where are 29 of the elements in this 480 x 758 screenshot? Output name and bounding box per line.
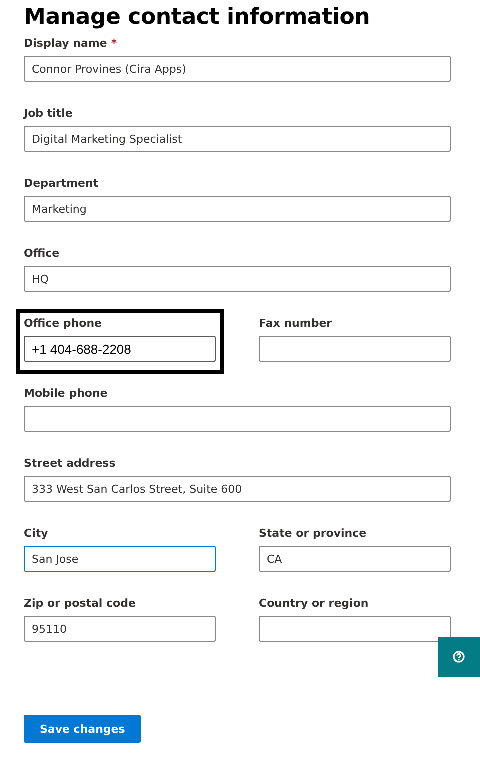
field-label: Mobile phone — [24, 387, 108, 400]
field-label: Office — [24, 247, 60, 260]
field-label: City — [24, 527, 48, 540]
field-label: Fax number — [259, 317, 332, 330]
field-label: Display name — [24, 37, 108, 50]
text-field[interactable]: San Jose — [24, 546, 216, 572]
page-title: Manage contact information — [24, 4, 372, 32]
field-label: Department — [24, 177, 99, 190]
text-field[interactable]: Connor Provines (Cira Apps) — [24, 56, 451, 82]
required-mark: * — [111, 37, 118, 50]
text-field[interactable]: 333 West San Carlos Street, Suite 600 — [24, 476, 451, 502]
field-label: Office phone — [24, 317, 102, 330]
field-label: State or province — [259, 527, 367, 540]
text-field[interactable]: HQ — [24, 266, 451, 292]
help-icon — [453, 651, 465, 663]
field-label: Zip or postal code — [24, 597, 136, 610]
text-field[interactable]: Digital Marketing Specialist — [24, 126, 451, 152]
text-field[interactable]: CA — [259, 546, 451, 572]
field-label: Street address — [24, 457, 116, 470]
text-field[interactable]: 95110 — [24, 616, 216, 642]
field-label: Country or region — [259, 597, 369, 610]
text-field[interactable] — [259, 616, 451, 642]
text-field[interactable] — [24, 406, 451, 432]
save-button[interactable]: Save changes — [24, 715, 142, 743]
field-label: Job title — [24, 107, 73, 120]
text-field[interactable] — [259, 336, 451, 362]
text-field[interactable]: Marketing — [24, 196, 451, 222]
text-field[interactable]: +1 404-688-2208 — [24, 336, 216, 362]
help-button[interactable] — [438, 637, 480, 677]
